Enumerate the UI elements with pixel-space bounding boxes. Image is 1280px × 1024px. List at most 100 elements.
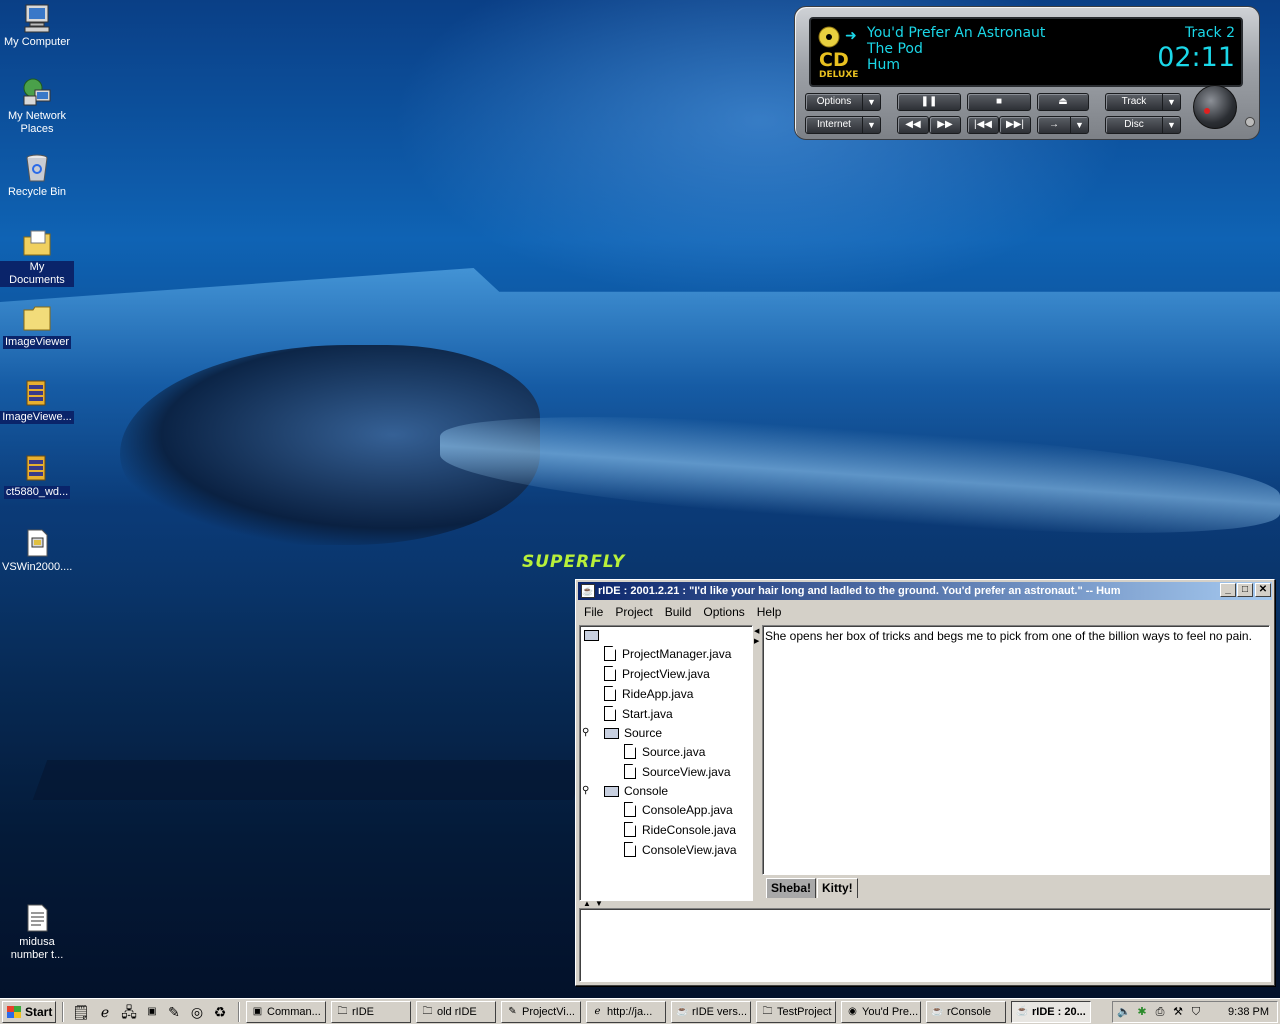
menu-help[interactable]: Help	[751, 605, 788, 619]
my-computer-icon	[24, 4, 50, 33]
antivirus-icon[interactable]: ⛉	[1189, 1005, 1203, 1019]
menu-project[interactable]: Project	[609, 605, 658, 619]
menu-options[interactable]: Options	[697, 605, 750, 619]
tree-root[interactable]	[584, 626, 604, 644]
tab-sheba[interactable]: Sheba!	[766, 878, 817, 898]
desktop-icon-recycle-bin[interactable]: Recycle Bin	[0, 152, 74, 199]
mini-button[interactable]	[1245, 117, 1255, 127]
collapse-left-icon[interactable]: ◀	[754, 627, 759, 635]
network-status-icon[interactable]: ✱	[1135, 1005, 1149, 1019]
collapse-up-icon[interactable]: ▲	[583, 899, 591, 908]
tree-file[interactable]: RideConsole.java	[624, 821, 736, 839]
tree-file[interactable]: RideApp.java	[604, 685, 693, 703]
desktop-icon-vswin2000[interactable]: VSWin2000....	[0, 527, 74, 574]
desktop-icon-midusa[interactable]: midusa number t...	[0, 902, 74, 962]
tab-kitty[interactable]: Kitty!	[817, 878, 858, 898]
desktop-icon-ct5880[interactable]: ct5880_wd...	[0, 452, 74, 499]
close-button[interactable]: ✕	[1255, 583, 1271, 597]
printer-icon[interactable]: ⎙	[1153, 1005, 1167, 1019]
taskbar-button-label: TestProject	[777, 1006, 832, 1018]
ride-window[interactable]: ☕ rIDE : 2001.2.21 : "I'd like your hair…	[575, 579, 1275, 986]
folder-icon	[604, 728, 619, 739]
taskbar-button[interactable]: ☕ rIDE vers...	[671, 1001, 751, 1023]
taskbar-button[interactable]: 🗀 old rIDE	[416, 1001, 496, 1023]
taskbar-button[interactable]: ☕ rConsole	[926, 1001, 1006, 1023]
stop-button[interactable]: ■	[967, 93, 1031, 111]
expand-toggle-icon[interactable]: ⚲	[582, 782, 589, 800]
taskbar-button-active[interactable]: ☕ rIDE : 20...	[1011, 1001, 1091, 1023]
hardware-icon[interactable]: ⚒	[1171, 1005, 1185, 1019]
refresh-icon[interactable]: ♻	[211, 1003, 229, 1021]
tree-file[interactable]: ConsoleView.java	[624, 841, 737, 859]
taskbar-button[interactable]: ▣ Comman...	[246, 1001, 326, 1023]
collapse-down-icon[interactable]: ▼	[595, 899, 603, 908]
options-button[interactable]: Options ▼	[805, 93, 881, 111]
ride-title-bar[interactable]: ☕ rIDE : 2001.2.21 : "I'd like your hair…	[578, 582, 1272, 600]
desktop-icon-my-documents[interactable]: My Documents	[0, 227, 74, 287]
editor-text-area[interactable]: She opens her box of tricks and begs me …	[762, 625, 1270, 875]
system-tray: 🔈 ✱ ⎙ ⚒ ⛉ 9:38 PM	[1112, 1001, 1278, 1023]
taskbar-button-label: old rIDE	[437, 1006, 477, 1018]
installer-icon	[27, 529, 48, 557]
console-output-area[interactable]	[579, 908, 1271, 982]
tree-file[interactable]: ProjectManager.java	[604, 645, 731, 663]
menu-file[interactable]: File	[578, 605, 609, 619]
tree-file-label: ProjectView.java	[622, 667, 710, 681]
project-tree[interactable]: ProjectManager.java ProjectView.java Rid…	[579, 625, 753, 901]
wallpaper-shadow	[32, 760, 588, 800]
tree-file[interactable]: SourceView.java	[624, 763, 731, 781]
desktop-icon-my-computer[interactable]: My Computer	[0, 2, 74, 49]
play-mode-button[interactable]: → ▼	[1037, 116, 1089, 134]
disc-button[interactable]: Disc ▼	[1105, 116, 1181, 134]
network-icon[interactable]: 🖧	[120, 1003, 138, 1021]
globe-icon[interactable]: ◎	[188, 1003, 206, 1021]
rewind-button[interactable]: ◀◀	[897, 116, 929, 134]
desktop-icon-label: midusa number t...	[10, 936, 64, 961]
tree-folder-source[interactable]: ⚲ Source	[582, 724, 662, 742]
pause-button[interactable]: ❚❚	[897, 93, 961, 111]
menu-build[interactable]: Build	[659, 605, 698, 619]
track-button[interactable]: Track ▼	[1105, 93, 1181, 111]
start-button[interactable]: Start	[2, 1001, 56, 1023]
desktop-icon-imageviewer[interactable]: ImageViewer	[0, 302, 74, 349]
internet-explorer-icon[interactable]: ℯ	[96, 1003, 114, 1021]
taskbar-button[interactable]: 🗀 TestProject	[756, 1001, 836, 1023]
maximize-button[interactable]: □	[1237, 583, 1253, 597]
tree-file[interactable]: ProjectView.java	[604, 665, 710, 683]
volume-knob[interactable]	[1193, 85, 1237, 129]
collapse-right-icon[interactable]: ▶	[754, 637, 759, 645]
folder-icon	[23, 306, 51, 331]
folder-icon: 🗀	[422, 1006, 433, 1017]
taskbar-button[interactable]: ✎ ProjectVi...	[501, 1001, 581, 1023]
tree-file-label: ConsoleView.java	[642, 843, 737, 857]
clock[interactable]: 9:38 PM	[1228, 1002, 1269, 1022]
taskbar-button[interactable]: 🗀 rIDE	[331, 1001, 411, 1023]
tree-file[interactable]: ConsoleApp.java	[624, 801, 733, 819]
taskbar-button[interactable]: ◉ You'd Pre...	[841, 1001, 921, 1023]
windows-logo-icon	[7, 1006, 21, 1018]
tree-file[interactable]: Source.java	[624, 743, 705, 761]
desktop-icon-label: ct5880_wd...	[3, 486, 71, 499]
volume-icon[interactable]: 🔈	[1117, 1005, 1131, 1019]
internet-button[interactable]: Internet ▼	[805, 116, 881, 134]
taskbar-button[interactable]: ℯ http://ja...	[586, 1001, 666, 1023]
tool-icon[interactable]: ✎	[165, 1003, 183, 1021]
show-desktop-icon[interactable]: 🗒	[72, 1003, 90, 1021]
next-track-button[interactable]: ▶▶|	[999, 116, 1031, 134]
tree-folder-console[interactable]: ⚲ Console	[582, 782, 668, 800]
cd-player-window[interactable]: CD DELUXE ➜ You'd Prefer An Astronaut Th…	[794, 6, 1260, 140]
desktop-icon-imageviewer-archive[interactable]: ImageViewe...	[0, 377, 74, 424]
disc-label: Disc	[1124, 119, 1144, 130]
tree-file[interactable]: Start.java	[604, 705, 673, 723]
vertical-splitter[interactable]: ◀ ▶	[754, 625, 760, 901]
previous-track-button[interactable]: |◀◀	[967, 116, 999, 134]
command-prompt-icon[interactable]: ▣	[143, 1003, 161, 1021]
file-icon	[624, 744, 636, 759]
expand-toggle-icon[interactable]: ⚲	[582, 724, 589, 742]
knob-indicator	[1204, 108, 1210, 114]
window-title: rIDE : 2001.2.21 : "I'd like your hair l…	[598, 585, 1121, 597]
minimize-button[interactable]: _	[1220, 583, 1236, 597]
eject-button[interactable]: ⏏	[1037, 93, 1089, 111]
desktop-icon-network-places[interactable]: My Network Places	[0, 76, 74, 136]
fast-forward-button[interactable]: ▶▶	[929, 116, 961, 134]
